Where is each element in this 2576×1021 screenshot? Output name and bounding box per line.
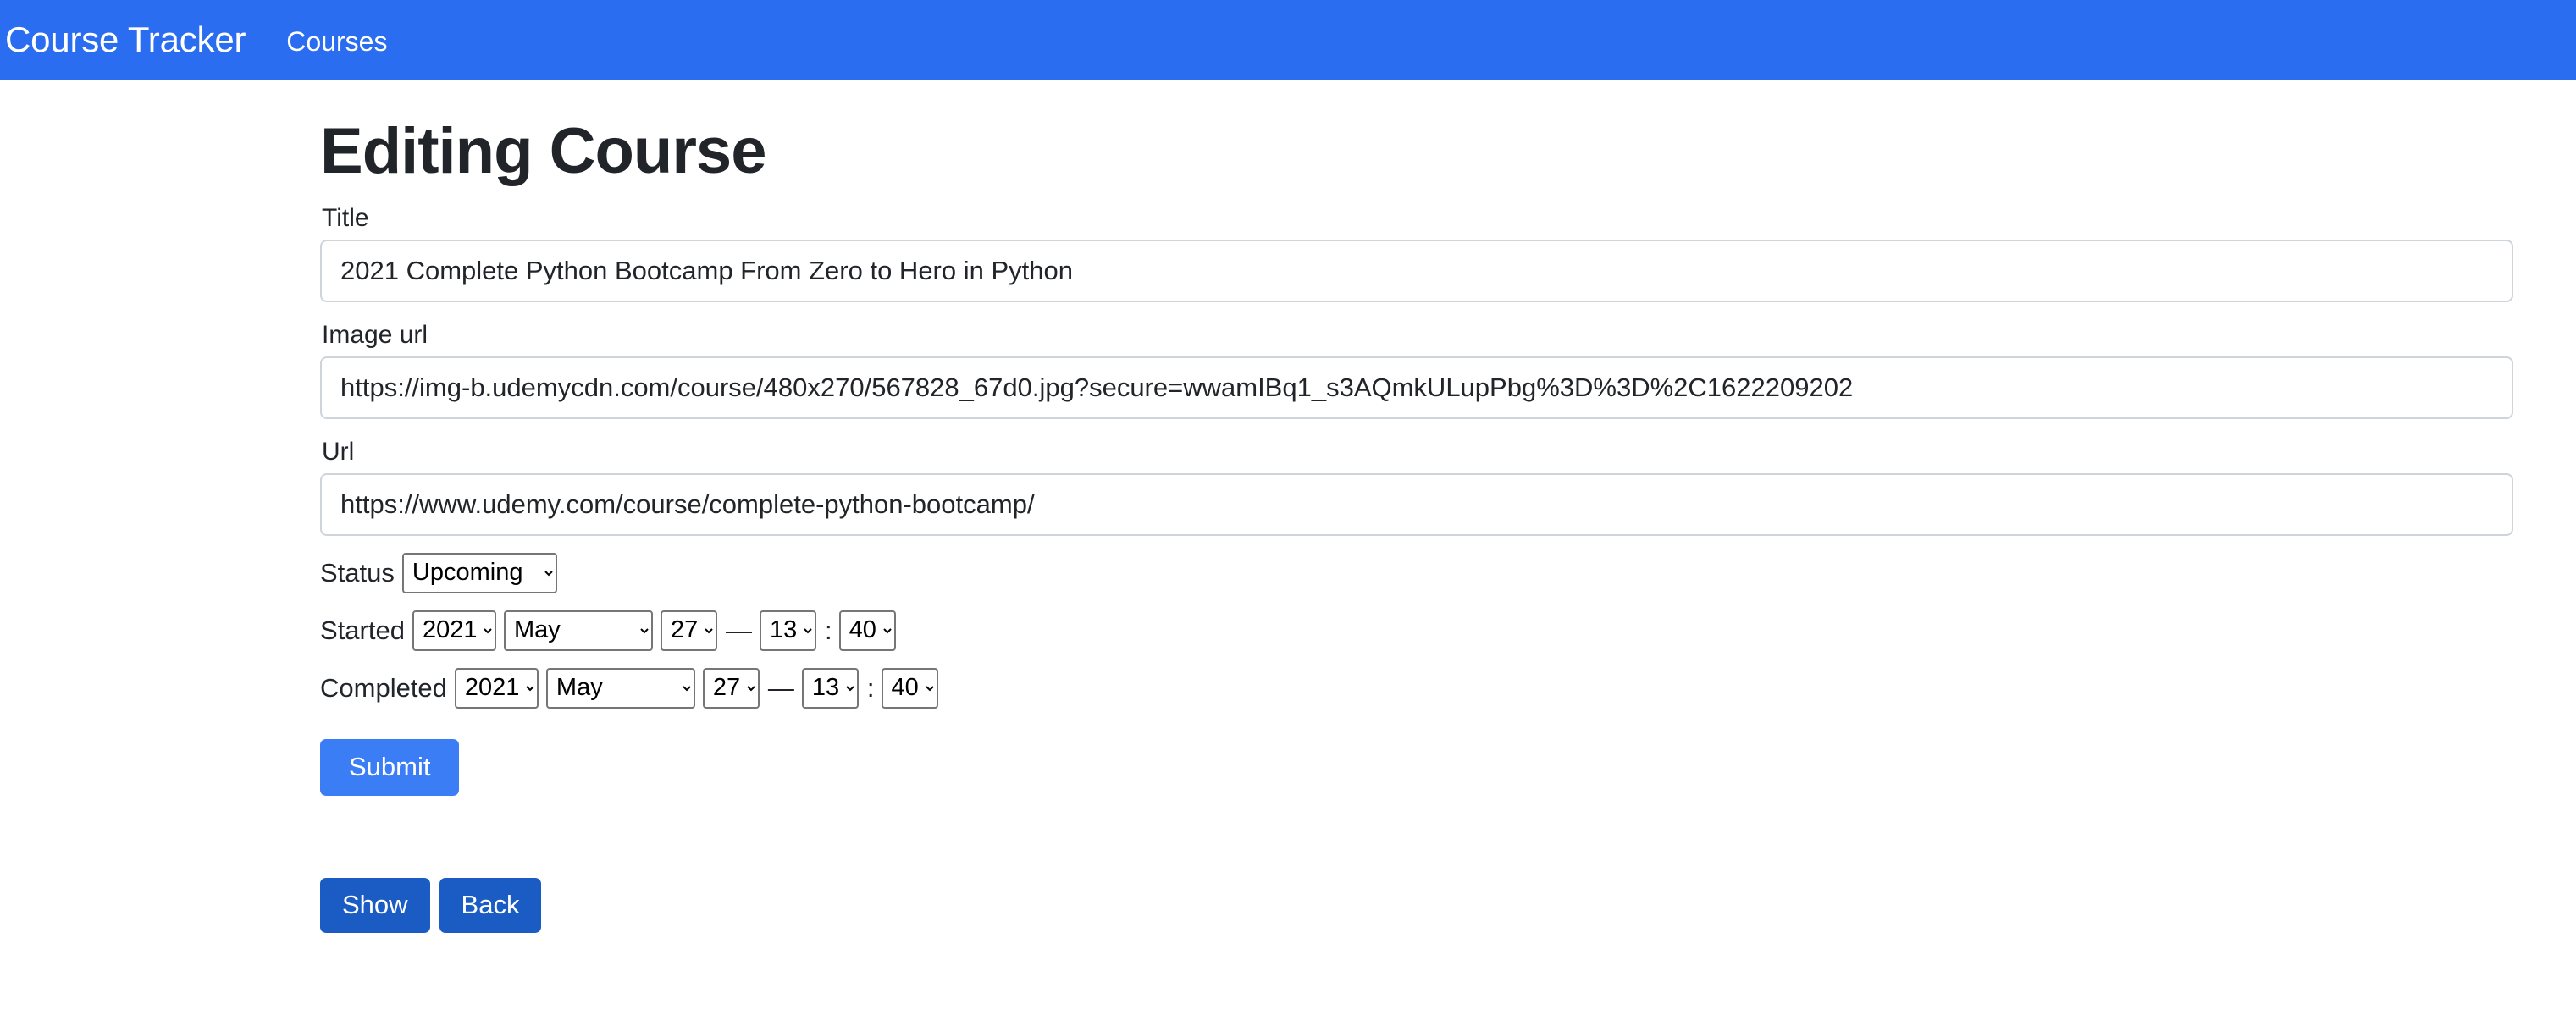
nav-link-courses[interactable]: Courses — [286, 25, 387, 55]
completed-year-select[interactable]: 2016201720182019202020212022202320242025… — [454, 667, 539, 709]
completed-month-select[interactable]: JanuaryFebruaryMarchAprilMayJuneJulyAugu… — [545, 667, 695, 709]
field-group-completed: Completed 201620172018201920202021202220… — [320, 667, 2576, 709]
field-group-status: Status UpcomingIn ProgressCompleted — [320, 552, 2576, 593]
status-label: Status — [320, 557, 395, 588]
completed-time-colon: : — [866, 673, 875, 704]
show-button[interactable]: Show — [320, 877, 430, 933]
started-year-select[interactable]: 2016201720182019202020212022202320242025… — [412, 610, 496, 651]
url-input[interactable] — [320, 472, 2513, 536]
field-group-url: Url — [320, 438, 2576, 536]
status-select[interactable]: UpcomingIn ProgressCompleted — [401, 552, 557, 593]
page-content: Editing Course Title Image url Url Statu… — [0, 80, 2576, 933]
back-button[interactable]: Back — [439, 877, 542, 933]
started-date-time-separator: — — [725, 615, 752, 646]
submit-button[interactable]: Submit — [320, 738, 460, 796]
completed-hour-select[interactable]: 0001020304050607080910111213141516171819… — [801, 667, 859, 709]
completed-minute-select[interactable]: 000510152025303540455055 — [881, 667, 938, 709]
url-label: Url — [322, 437, 355, 466]
completed-date-time-separator: — — [767, 673, 794, 704]
started-hour-select[interactable]: 0001020304050607080910111213141516171819… — [759, 610, 816, 651]
image-url-label: Image url — [322, 320, 428, 349]
title-label: Title — [322, 203, 369, 232]
started-day-select[interactable]: 1234567891011121314151617181920212223242… — [660, 610, 717, 651]
image-url-input[interactable] — [320, 356, 2513, 419]
action-button-row: Show Back — [320, 877, 2576, 933]
top-navbar: Course Tracker Courses — [0, 0, 2576, 80]
completed-label: Completed — [320, 672, 447, 703]
field-group-title: Title — [320, 204, 2576, 302]
title-input[interactable] — [320, 239, 2513, 302]
navbar-brand[interactable]: Course Tracker — [0, 22, 246, 58]
started-minute-select[interactable]: 000510152025303540455055 — [838, 610, 896, 651]
completed-day-select[interactable]: 1234567891011121314151617181920212223242… — [702, 667, 760, 709]
started-month-select[interactable]: JanuaryFebruaryMarchAprilMayJuneJulyAugu… — [503, 610, 653, 651]
field-group-started: Started 20162017201820192020202120222023… — [320, 610, 2576, 651]
started-label: Started — [320, 615, 405, 645]
submit-row: Submit — [320, 738, 2576, 796]
started-time-colon: : — [824, 615, 832, 646]
field-group-image-url: Image url — [320, 321, 2576, 419]
page-title: Editing Course — [320, 115, 766, 187]
